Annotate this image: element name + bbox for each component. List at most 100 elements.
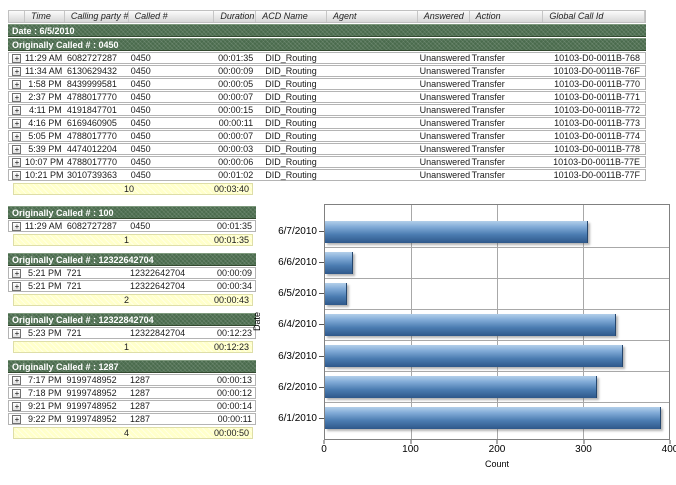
acd-name-cell: DID_Routing [256,131,327,141]
called-cell: 1287 [128,375,213,385]
calling-party-cell: 9199748952 [65,401,128,411]
x-tick-label: 300 [575,444,592,455]
group-total-duration: 00:01:35 [184,235,252,245]
calling-party-cell: 4474012204 [65,144,129,154]
column-header-calling-party-: Calling party # [65,11,129,22]
duration-cell: 00:00:15 [214,105,256,115]
group-total-duration: 00:00:50 [184,428,252,438]
called-cell: 1287 [128,414,213,424]
called-cell: 0450 [129,66,215,76]
global-call-id-cell: 10103-D0-0011B-770 [543,79,645,89]
expand-icon[interactable]: + [12,132,21,141]
expand-cell: + [9,222,25,231]
expand-icon[interactable]: + [12,145,21,154]
expand-cell: + [9,80,25,89]
answered-cell: Unanswered [418,157,470,167]
action-cell: Transfer [470,144,544,154]
table-row: +5:21 PM7211232264270400:00:09 [8,267,256,279]
duration-cell: 00:00:07 [214,131,256,141]
calling-party-cell: 6082727287 [65,53,129,63]
expand-icon[interactable]: + [12,106,21,115]
expand-icon[interactable]: + [12,415,21,424]
y-tick-row: 6/3/2010 [264,341,324,372]
duration-cell: 00:12:23 [213,328,255,338]
table-row: +1:58 PM8439999581045000:00:05DID_Routin… [8,78,646,90]
group-header-bar: Originally Called # : 100 [8,206,256,219]
y-tick-row: 6/5/2010 [264,278,324,309]
expand-icon[interactable]: + [12,54,21,63]
calling-party-cell: 4788017770 [65,131,129,141]
y-tick-row: 6/6/2010 [264,247,324,278]
calling-party-cell: 6082727287 [65,221,128,231]
time-cell: 10:21 PM [25,170,65,180]
wide-section-host: Originally Called # : 0450+11:29 AM60827… [8,38,646,195]
answered-cell: Unanswered [418,79,470,89]
y-tick-label: 6/6/2010 [278,257,317,268]
expand-icon[interactable]: + [12,222,21,231]
action-cell: Transfer [470,131,544,141]
time-cell: 5:23 PM [25,328,65,338]
y-tick-row: 6/1/2010 [264,403,324,434]
calling-party-cell: 4788017770 [65,92,129,102]
action-cell: Transfer [470,79,544,89]
column-header-action: Action [470,11,544,22]
expand-icon[interactable]: + [12,80,21,89]
time-cell: 5:39 PM [25,144,65,154]
action-cell: Transfer [470,53,544,63]
duration-cell: 00:01:35 [213,221,255,231]
acd-name-cell: DID_Routing [256,105,327,115]
action-cell: Transfer [470,105,544,115]
expand-icon[interactable]: + [12,93,21,102]
expand-icon[interactable]: + [12,329,21,338]
calling-party-cell: 3010739363 [65,170,129,180]
time-cell: 11:29 AM [25,53,65,63]
time-cell: 9:21 PM [25,401,65,411]
call-group-section: Originally Called # : 12322642704+5:21 P… [8,253,258,306]
group-call-count: 1 [124,342,184,352]
bar-6-2-2010 [325,376,597,398]
y-tick-row: 6/2/2010 [264,372,324,403]
table-row: +11:29 AM6082727287045000:01:35 [8,220,256,232]
duration-cell: 00:01:35 [214,53,256,63]
expand-icon[interactable]: + [12,376,21,385]
group-header-bar: Originally Called # : 12322842704 [8,313,256,326]
action-cell: Transfer [470,118,544,128]
expand-icon[interactable]: + [12,119,21,128]
table-row: +9:22 PM9199748952128700:00:11 [8,413,256,425]
duration-cell: 00:00:09 [214,66,256,76]
call-group-section: Originally Called # : 0450+11:29 AM60827… [8,38,646,195]
calling-party-cell: 4191847701 [65,105,129,115]
called-cell: 0450 [129,170,215,180]
time-cell: 7:17 PM [25,375,65,385]
x-tick-label: 100 [402,444,419,455]
expand-icon[interactable]: + [12,389,21,398]
column-header-duration: Duration [214,11,256,22]
time-cell: 4:11 PM [25,105,65,115]
acd-name-cell: DID_Routing [256,53,327,63]
expand-icon[interactable]: + [12,282,21,291]
group-summary-row: 1000:03:40 [13,183,253,195]
expand-icon[interactable]: + [12,402,21,411]
called-cell: 0450 [129,79,215,89]
expand-icon[interactable]: + [12,67,21,76]
expand-icon[interactable]: + [12,269,21,278]
bar-6-5-2010 [325,283,347,305]
global-call-id-cell: 10103-D0-0011B-772 [543,105,645,115]
table-row: +5:39 PM4474012204045000:00:03DID_Routin… [8,143,646,155]
expand-icon[interactable]: + [12,171,21,180]
y-tick-label: 6/3/2010 [278,351,317,362]
expand-icon[interactable]: + [12,158,21,167]
answered-cell: Unanswered [418,118,470,128]
duration-cell: 00:00:03 [214,144,256,154]
expand-cell: + [9,132,25,141]
called-cell: 12322642704 [128,268,213,278]
y-axis-labels: 6/7/20106/6/20106/5/20106/4/20106/3/2010… [264,204,324,440]
group-call-count: 2 [124,295,184,305]
answered-cell: Unanswered [418,131,470,141]
x-tick-label: 200 [489,444,506,455]
bar-chart: Date 6/7/20106/6/20106/5/20106/4/20106/3… [250,204,674,476]
x-tick-label: 0 [321,444,327,455]
calling-party-cell: 6169460905 [65,118,129,128]
table-row: +11:29 AM6082727287045000:01:35DID_Routi… [8,52,646,64]
x-axis-ticks: 0100200300400 [324,440,670,456]
